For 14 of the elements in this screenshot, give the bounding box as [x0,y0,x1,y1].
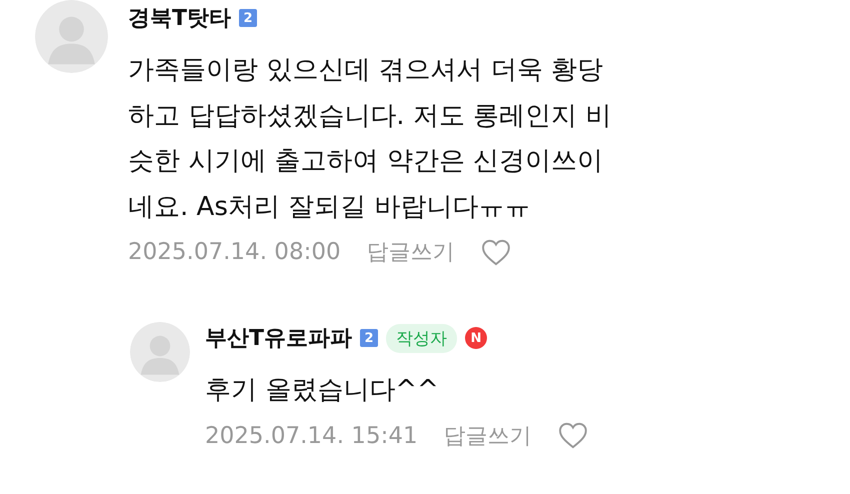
comment-date: 2025.07.14. 08:00 [128,239,341,265]
comment-text: 후기 올렸습니다^^ [205,374,440,407]
avatar-icon [35,0,108,73]
heart-icon[interactable] [480,238,511,266]
level-badge: 2 [239,9,258,27]
author-tag: 작성자 [386,324,458,352]
comment-text: 가족들이랑 있으신데 겪으셔서 더욱 황당하고 답답하셨겠습니다. 저도 롱레인지 비슷한 시기에 출고하여 약간은 신경이쓰이네요. As처리 잘되길 바랍니다ㅠㅠ [128,54,612,224]
comment-date: 2025.07.14. 15:41 [205,422,418,448]
new-badge: N [465,327,488,349]
author-name[interactable]: 부산T유로파파 [205,323,352,353]
level-badge: 2 [360,329,378,347]
heart-icon[interactable] [558,422,588,449]
avatar-icon [130,322,190,382]
author-name[interactable]: 경북T탓타 [128,3,232,33]
